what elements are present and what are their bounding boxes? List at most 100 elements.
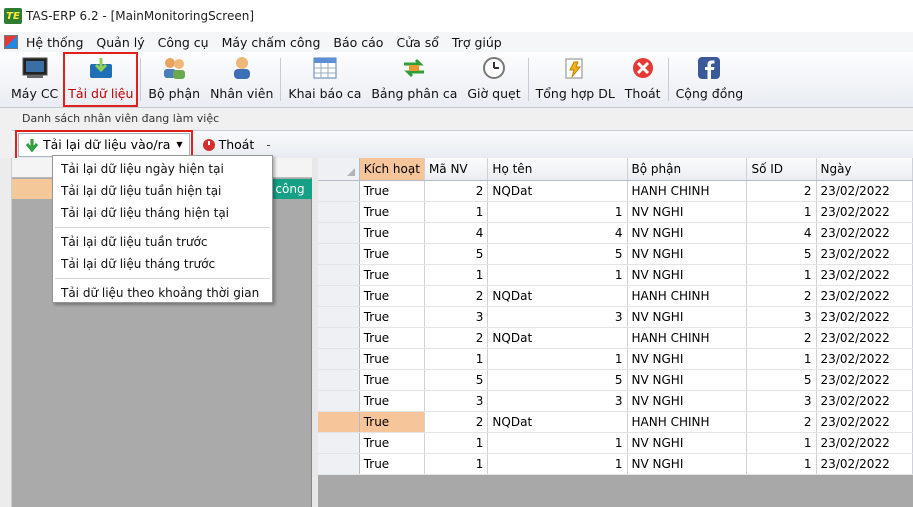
table-cell[interactable]: 4 (746, 222, 817, 244)
table-cell[interactable]: 1 (424, 264, 489, 286)
table-cell[interactable]: True (359, 411, 425, 433)
table-cell[interactable]: 2 (424, 411, 489, 433)
column-header[interactable]: Mã NV (424, 158, 489, 181)
table-cell[interactable]: 23/02/2022 (816, 285, 913, 307)
table-cell[interactable]: NQDat (487, 327, 628, 349)
may-cc-button[interactable]: Máy CC (6, 52, 63, 107)
table-cell[interactable]: 3 (487, 306, 628, 328)
tai-du-lieu-button[interactable]: Tải dữ liệu (63, 52, 139, 107)
table-cell[interactable]: True (359, 180, 425, 202)
table-cell[interactable]: True (359, 327, 425, 349)
table-cell[interactable]: NQDat (487, 180, 628, 202)
table-cell[interactable]: 1 (746, 201, 817, 223)
table-cell[interactable]: 5 (746, 369, 817, 391)
table-cell[interactable]: 23/02/2022 (816, 201, 913, 223)
table-cell[interactable]: 23/02/2022 (816, 180, 913, 202)
table-cell[interactable]: 1 (424, 348, 489, 370)
row-header[interactable] (318, 348, 360, 370)
table-row[interactable]: True 3 3 NV NGHI 3 23/02/2022 (318, 390, 913, 412)
table-cell[interactable]: 1 (746, 453, 817, 475)
table-cell[interactable]: 1 (746, 348, 817, 370)
menu-quan-ly[interactable]: Quản lý (96, 35, 144, 50)
table-cell[interactable]: True (359, 222, 425, 244)
table-cell[interactable]: 23/02/2022 (816, 369, 913, 391)
table-cell[interactable]: 2 (424, 180, 489, 202)
row-header[interactable] (318, 222, 360, 244)
table-cell[interactable]: True (359, 453, 425, 475)
row-header[interactable] (318, 390, 360, 412)
table-cell[interactable]: 2 (424, 327, 489, 349)
row-header[interactable] (318, 285, 360, 307)
table-cell[interactable]: HANH CHINH (627, 180, 748, 202)
table-cell[interactable]: True (359, 306, 425, 328)
table-cell[interactable]: 1 (746, 432, 817, 454)
table-cell[interactable]: NV NGHI (627, 264, 748, 286)
table-cell[interactable]: 23/02/2022 (816, 411, 913, 433)
row-header[interactable] (318, 432, 360, 454)
khai-bao-ca-button[interactable]: Khai báo ca (283, 52, 366, 107)
table-cell[interactable]: 2 (746, 285, 817, 307)
table-cell[interactable]: 2 (746, 180, 817, 202)
table-row[interactable]: True 5 5 NV NGHI 5 23/02/2022 (318, 243, 913, 265)
table-cell[interactable]: 23/02/2022 (816, 306, 913, 328)
table-cell[interactable]: True (359, 243, 425, 265)
menu-bao-cao[interactable]: Báo cáo (333, 35, 383, 50)
menu-he-thong[interactable]: Hệ thống (26, 35, 83, 50)
table-cell[interactable]: True (359, 432, 425, 454)
menu-item-reload-this-month[interactable]: Tải lại dữ liệu tháng hiện tại (53, 202, 272, 224)
table-cell[interactable]: 5 (487, 369, 628, 391)
table-cell[interactable]: True (359, 285, 425, 307)
thoat-button[interactable]: Thoát (620, 52, 666, 107)
tong-hop-dl-button[interactable]: Tổng hợp DL (531, 52, 620, 107)
column-header[interactable]: Số ID (746, 158, 817, 181)
row-header[interactable] (318, 306, 360, 328)
menu-item-reload-last-week[interactable]: Tải lại dữ liệu tuần trước (53, 231, 272, 253)
column-header[interactable]: Họ tên (487, 158, 628, 181)
row-header[interactable] (318, 201, 360, 223)
table-cell[interactable]: 23/02/2022 (816, 222, 913, 244)
table-row[interactable]: True 1 1 NV NGHI 1 23/02/2022 (318, 348, 913, 370)
table-cell[interactable]: HANH CHINH (627, 411, 748, 433)
column-header[interactable]: Bộ phận (627, 158, 748, 181)
table-cell[interactable]: 4 (487, 222, 628, 244)
table-cell[interactable]: 1 (424, 201, 489, 223)
gio-quet-button[interactable]: Giờ quẹt (462, 52, 525, 107)
table-cell[interactable]: 23/02/2022 (816, 348, 913, 370)
table-cell[interactable]: 3 (424, 390, 489, 412)
table-cell[interactable]: 3 (487, 390, 628, 412)
table-row[interactable]: True 1 1 NV NGHI 1 23/02/2022 (318, 201, 913, 223)
table-cell[interactable]: 1 (746, 264, 817, 286)
table-row[interactable]: True 2 NQDat HANH CHINH 2 23/02/2022 (318, 327, 913, 349)
menu-cua-so[interactable]: Cửa sổ (396, 35, 438, 50)
table-cell[interactable]: 3 (746, 306, 817, 328)
table-row[interactable]: True 2 NQDat HANH CHINH 2 23/02/2022 (318, 411, 913, 433)
nhan-vien-button[interactable]: Nhân viên (205, 52, 278, 107)
column-header[interactable]: Kích hoạt (359, 158, 425, 181)
table-cell[interactable]: 5 (424, 369, 489, 391)
table-cell[interactable]: 5 (746, 243, 817, 265)
table-cell[interactable]: True (359, 201, 425, 223)
table-cell[interactable]: 3 (746, 390, 817, 412)
cong-dong-button[interactable]: Cộng đồng (671, 52, 749, 107)
menu-item-reload-last-month[interactable]: Tải lại dữ liệu tháng trước (53, 253, 272, 275)
table-cell[interactable]: 4 (424, 222, 489, 244)
table-cell[interactable]: HANH CHINH (627, 285, 748, 307)
row-header[interactable] (318, 243, 360, 265)
table-cell[interactable]: 3 (424, 306, 489, 328)
menu-cong-cu[interactable]: Công cụ (158, 35, 209, 50)
table-cell[interactable]: 1 (424, 453, 489, 475)
table-cell[interactable]: 1 (487, 432, 628, 454)
reload-data-dropdown-button[interactable]: Tải lại dữ liệu vào/ra ▼ (15, 129, 193, 160)
table-cell[interactable]: 1 (487, 348, 628, 370)
table-cell[interactable]: 2 (746, 327, 817, 349)
table-cell[interactable]: 1 (424, 432, 489, 454)
menu-tro-giup[interactable]: Trợ giúp (452, 35, 502, 50)
grid-corner[interactable] (318, 158, 360, 181)
table-cell[interactable]: 23/02/2022 (816, 453, 913, 475)
table-cell[interactable]: NV NGHI (627, 432, 748, 454)
table-cell[interactable]: NV NGHI (627, 243, 748, 265)
row-header[interactable] (318, 453, 360, 475)
row-header[interactable] (318, 369, 360, 391)
table-cell[interactable]: 1 (487, 264, 628, 286)
table-row[interactable]: True 1 1 NV NGHI 1 23/02/2022 (318, 264, 913, 286)
